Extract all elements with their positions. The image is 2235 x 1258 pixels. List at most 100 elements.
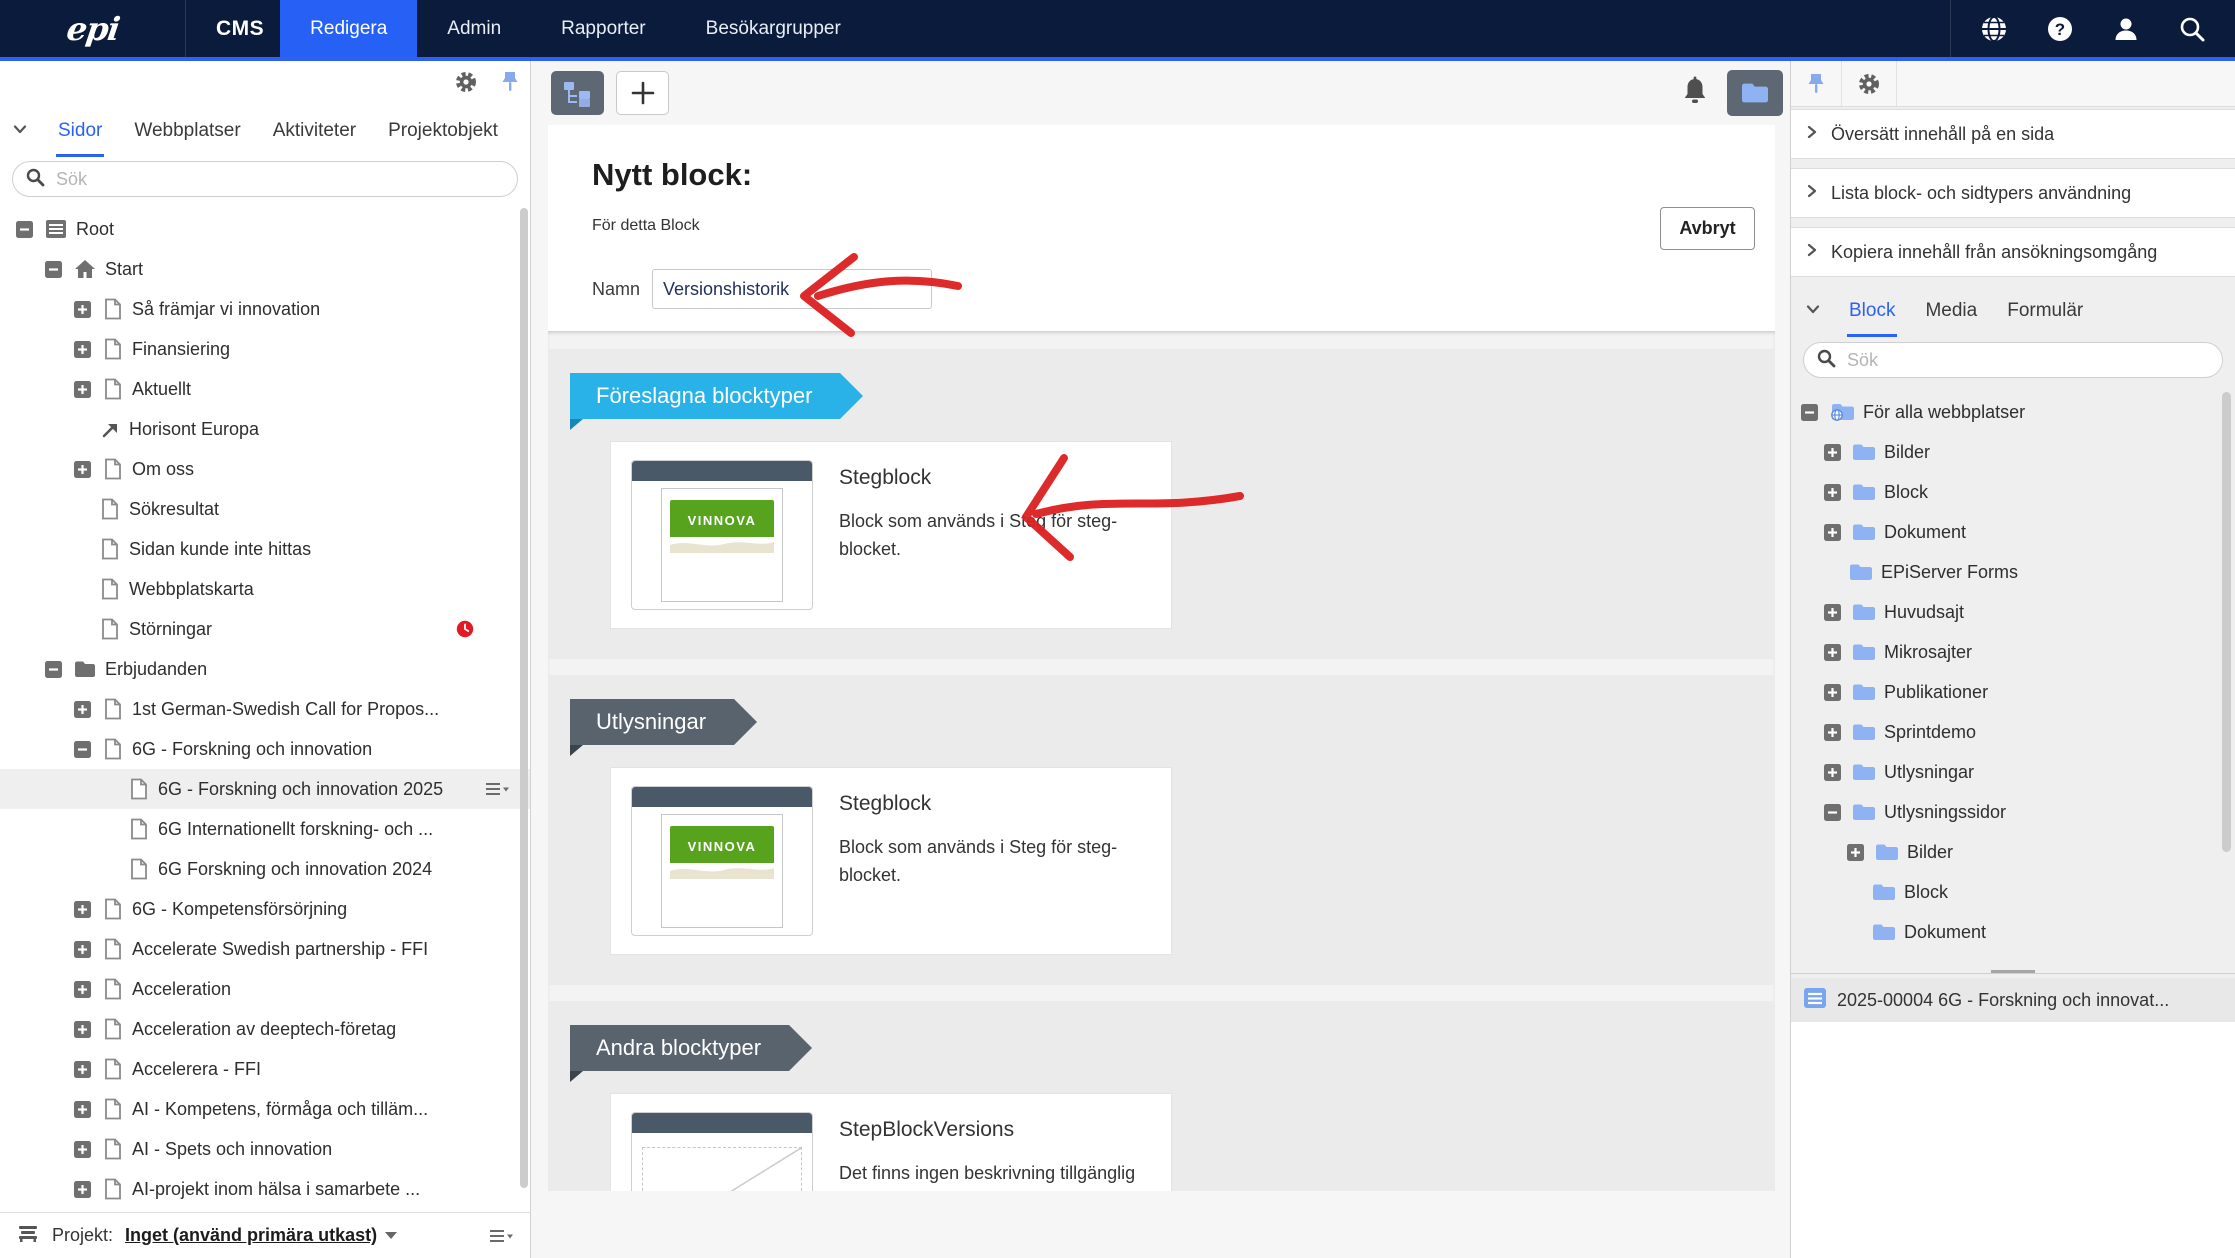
tree-item[interactable]: Om oss [0,449,530,489]
tree-item[interactable]: 6G - Kompetensförsörjning [0,889,530,929]
page-tree-scrollbar[interactable] [520,208,528,1188]
tree-item[interactable]: AI - Kompetens, förmåga och tilläm... [0,1089,530,1129]
tab-aktiviteter[interactable]: Aktiviteter [271,108,358,157]
tree-item[interactable]: Sidan kunde inte hittas [0,529,530,569]
tree-item[interactable]: Root [0,209,530,249]
chevron-down-icon[interactable] [12,121,28,143]
search-input[interactable] [54,168,505,191]
tree-item[interactable]: Block [1791,872,2235,912]
tree-item[interactable]: Start [0,249,530,289]
assets-tab-media[interactable]: Media [1923,288,1979,337]
tab-webbplatser[interactable]: Webbplatser [132,108,242,157]
nav-tab-besökargrupper[interactable]: Besökargrupper [676,0,871,57]
assets-tab-block[interactable]: Block [1847,288,1897,337]
search-icon[interactable] [2177,14,2207,44]
pin-icon[interactable] [1791,61,1841,106]
expand-icon[interactable] [1824,524,1844,541]
tree-item[interactable]: Bilder [1791,832,2235,872]
collapse-icon[interactable] [16,221,36,238]
tree-item[interactable]: Störningar [0,609,530,649]
tree-item[interactable]: AI-projekt inom hälsa i samarbete ... [0,1169,530,1209]
tree-item[interactable]: AI - Spets och innovation [0,1129,530,1169]
tree-item[interactable]: Dokument [1791,912,2235,952]
tree-item[interactable]: Accelerera - FFI [0,1049,530,1089]
tree-item[interactable]: Erbjudanden [0,649,530,689]
collapse-icon[interactable] [1801,404,1821,421]
block-type-card[interactable]: VINNOVAStegblockBlock som används i Steg… [610,441,1172,629]
expand-icon[interactable] [1847,844,1867,861]
chevron-down-icon[interactable] [1805,301,1821,323]
tree-item[interactable]: Huvudsajt [1791,592,2235,632]
tree-item[interactable]: Publikationer [1791,672,2235,712]
tree-item[interactable]: 6G Forskning och innovation 2024 [0,849,530,889]
tree-item[interactable]: Webbplatskarta [0,569,530,609]
help-icon[interactable]: ? [2045,14,2075,44]
collapse-icon[interactable] [1824,804,1844,821]
collapse-icon[interactable] [45,261,65,278]
expand-icon[interactable] [1824,644,1844,661]
tree-item[interactable]: Aktuellt [0,369,530,409]
tree-item[interactable]: Accelerate Swedish partnership - FFI [0,929,530,969]
expand-icon[interactable] [1824,724,1844,741]
add-button[interactable] [616,71,669,115]
current-content-item[interactable]: 2025-00004 6G - Forskning och innovat... [1791,978,2235,1022]
tree-item[interactable]: Block [1791,472,2235,512]
expand-icon[interactable] [74,1101,94,1118]
expand-icon[interactable] [74,381,94,398]
tree-item[interactable]: Dokument [1791,512,2235,552]
expand-icon[interactable] [74,901,94,918]
collapse-icon[interactable] [74,741,94,758]
block-type-card[interactable]: IngenStepBlockVersionsDet finns ingen be… [610,1093,1172,1191]
tree-item[interactable]: Utlysningar [1791,752,2235,792]
expand-icon[interactable] [1824,484,1844,501]
tree-item[interactable]: 6G - Forskning och innovation [0,729,530,769]
tree-item[interactable]: Horisont Europa [0,409,530,449]
episerver-logo[interactable]: epi [0,0,186,57]
search-input[interactable] [1845,349,2210,372]
expand-icon[interactable] [1824,684,1844,701]
nav-tab-redigera[interactable]: Redigera [280,0,417,57]
pin-icon[interactable] [500,70,520,99]
tab-sidor[interactable]: Sidor [56,108,104,157]
tree-item[interactable]: Bilder [1791,432,2235,472]
panel-resize-handle[interactable] [1791,968,2235,978]
globe-icon[interactable] [1979,14,2009,44]
expand-icon[interactable] [74,1021,94,1038]
tree-item[interactable]: Så främjar vi innovation [0,289,530,329]
project-selector[interactable]: Inget (använd primära utkast) [125,1225,397,1246]
tree-item[interactable]: Sökresultat [0,489,530,529]
tree-item[interactable]: Utlysningssidor [1791,792,2235,832]
block-type-card[interactable]: VINNOVAStegblockBlock som används i Steg… [610,767,1172,955]
project-options-icon[interactable] [488,1228,514,1244]
tree-item[interactable]: Finansiering [0,329,530,369]
cancel-button[interactable]: Avbryt [1660,207,1755,250]
tab-projektobjekt[interactable]: Projektobjekt [386,108,500,157]
profile-icon[interactable] [2111,14,2141,44]
nav-tab-admin[interactable]: Admin [417,0,531,57]
expand-icon[interactable] [74,941,94,958]
expand-icon[interactable] [74,981,94,998]
expand-icon[interactable] [74,701,94,718]
tree-item[interactable]: Sprintdemo [1791,712,2235,752]
gear-icon[interactable] [454,70,478,99]
tool-accordion-row[interactable]: Lista block- och sidtypers användning [1791,168,2235,218]
tree-item[interactable]: 6G Internationellt forskning- och ... [0,809,530,849]
gear-icon[interactable] [1842,61,1896,106]
expand-icon[interactable] [1824,764,1844,781]
tree-view-button[interactable] [551,71,604,115]
tree-item[interactable]: Acceleration [0,969,530,1009]
collapse-icon[interactable] [45,661,65,678]
tree-item[interactable]: 1st German-Swedish Call for Propos... [0,689,530,729]
tree-item-selected[interactable]: 6G - Forskning och innovation 2025 [0,769,530,809]
assets-folder-button[interactable] [1727,70,1783,116]
bell-icon[interactable] [1681,76,1709,111]
expand-icon[interactable] [1824,444,1844,461]
context-menu-icon[interactable] [484,781,510,797]
tree-item[interactable]: Mikrosajter [1791,632,2235,672]
assets-tab-formulär[interactable]: Formulär [2005,288,2085,337]
expand-icon[interactable] [1824,604,1844,621]
expand-icon[interactable] [74,1181,94,1198]
expand-icon[interactable] [74,1141,94,1158]
tree-item[interactable]: EPiServer Forms [1791,552,2235,592]
block-name-input[interactable] [652,269,932,309]
